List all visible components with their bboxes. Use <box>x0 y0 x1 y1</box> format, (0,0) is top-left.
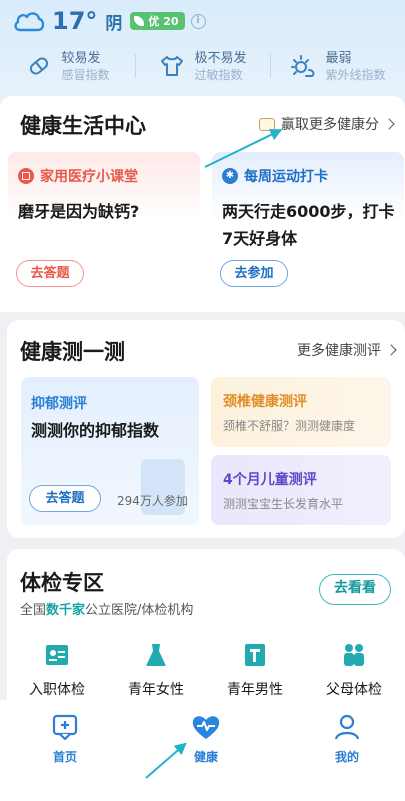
section-title: 体检专区 <box>20 571 104 595</box>
test-description: 测测宝宝生长发育水平 <box>223 497 344 511</box>
person-icon <box>334 714 360 740</box>
index-cold[interactable]: 较易发 感冒指数 <box>0 46 135 86</box>
temperature: 17° <box>52 7 98 35</box>
item-label: 父母体检 <box>326 682 382 698</box>
test-tag: 抑郁测评 <box>31 396 87 412</box>
pill-icon <box>30 57 49 75</box>
neck-test-card[interactable]: 颈椎健康测评 颈椎不舒服？测测健康度 <box>211 377 391 447</box>
parents-icon <box>344 644 364 666</box>
lesson-question: 磨牙是因为缺钙? <box>18 202 140 221</box>
test-title: 4个月儿童测评 <box>223 472 317 488</box>
weather-header[interactable]: 17° 阴 优 20 i 较易发 感冒指数 极不易发 过敏指数 最弱 紫外线指数 <box>0 0 405 92</box>
answer-button[interactable]: 去答题 <box>16 260 84 287</box>
checkup-subtitle: 全国数千家公立医院/体检机构 <box>20 599 193 618</box>
subtitle-suffix: 公立医院/体检机构 <box>85 603 194 618</box>
running-icon: ✱ <box>222 168 238 184</box>
checkup-item-parents[interactable]: 父母体检 <box>312 641 396 699</box>
checkup-item-young-male[interactable]: 青年男性 <box>213 641 297 699</box>
depression-test-card[interactable]: 抑郁测评 测测你的抑郁指数 去答题 294万人参加 <box>21 377 199 525</box>
tab-label: 首页 <box>52 750 77 764</box>
heart-pulse-icon <box>192 716 220 739</box>
health-center-card: 健康生活中心 赢取更多健康分 家用医疗小课堂 磨牙是因为缺钙? 去答题 ✱ 每周… <box>0 96 405 312</box>
item-label: 青年女性 <box>128 682 184 698</box>
test-title: 颈椎健康测评 <box>223 394 307 410</box>
index-level: 极不易发 <box>194 50 247 66</box>
weather-indices: 较易发 感冒指数 极不易发 过敏指数 最弱 紫外线指数 <box>0 46 405 86</box>
test-description: 测测你的抑郁指数 <box>31 421 160 440</box>
home-icon <box>52 714 78 741</box>
participant-count: 294万人参加 <box>117 494 188 508</box>
dress-icon <box>146 644 166 666</box>
index-level: 较易发 <box>61 50 101 66</box>
index-name: 感冒指数 <box>61 67 110 82</box>
lesson-tag: 家用医疗小课堂 <box>18 166 138 186</box>
join-button[interactable]: 去参加 <box>220 260 288 287</box>
test-description: 颈椎不舒服？测测健康度 <box>223 419 356 433</box>
sun-icon <box>291 55 315 77</box>
document-icon <box>18 168 34 184</box>
tab-label: 我的 <box>334 750 359 764</box>
index-name: 过敏指数 <box>194 67 243 82</box>
child-test-card[interactable]: 4个月儿童测评 测测宝宝生长发育水平 <box>211 455 391 525</box>
section-title: 健康生活中心 <box>20 114 146 138</box>
weather-condition: 阴 <box>105 13 123 34</box>
answer-button[interactable]: 去答题 <box>29 485 101 512</box>
subtitle-prefix: 全国 <box>20 603 47 618</box>
tag-label: 家用医疗小课堂 <box>40 169 138 185</box>
section-title: 健康测一测 <box>20 340 125 364</box>
item-label: 青年男性 <box>227 682 283 698</box>
view-checkup-button[interactable]: 去看看 <box>319 574 391 605</box>
index-name: 紫外线指数 <box>325 67 386 82</box>
tag-label: 每周运动打卡 <box>244 169 328 185</box>
cloud-icon <box>14 12 45 32</box>
shirt-icon <box>161 56 184 76</box>
tab-home[interactable]: 首页 <box>25 714 105 765</box>
lesson-card[interactable]: 家用医疗小课堂 磨牙是因为缺钙? 去答题 <box>8 152 200 304</box>
tab-profile[interactable]: 我的 <box>307 714 387 765</box>
checkup-item-onboarding[interactable]: 入职体检 <box>15 641 99 699</box>
chevron-right-icon <box>385 344 397 356</box>
subtitle-highlight: 数千家 <box>46 603 86 618</box>
link-label: 更多健康测评 <box>297 343 381 359</box>
index-level: 最弱 <box>325 50 352 66</box>
male-icon <box>245 644 265 666</box>
bottom-tab-bar: 首页 健康 我的 <box>0 700 405 801</box>
exercise-card[interactable]: ✱ 每周运动打卡 两天行走6000步，打卡7天好身体 去参加 <box>212 152 404 304</box>
checkup-item-young-female[interactable]: 青年女性 <box>114 641 198 699</box>
more-tests-link[interactable]: 更多健康测评 <box>297 340 397 360</box>
chevron-right-icon <box>383 118 395 130</box>
item-label: 入职体检 <box>29 682 85 698</box>
link-label: 赢取更多健康分 <box>281 117 379 133</box>
leaf-icon <box>134 16 145 26</box>
aqi-badge: 优 20 <box>130 12 185 30</box>
id-card-icon <box>46 645 68 665</box>
index-uv[interactable]: 最弱 紫外线指数 <box>270 46 405 86</box>
tab-health[interactable]: 健康 <box>166 714 246 765</box>
aqi-value: 优 20 <box>148 15 179 28</box>
exercise-description: 两天行走6000步，打卡7天好身体 <box>222 202 395 248</box>
index-allergy[interactable]: 极不易发 过敏指数 <box>135 46 270 86</box>
checkup-card: 体检专区 全国数千家公立医院/体检机构 去看看 入职体检 青年女性 青年男性 父… <box>7 549 405 719</box>
health-test-card: 健康测一测 更多健康测评 抑郁测评 测测你的抑郁指数 去答题 294万人参加 颈… <box>7 320 405 538</box>
exercise-tag: ✱ 每周运动打卡 <box>222 166 328 186</box>
info-icon[interactable]: i <box>190 13 206 29</box>
